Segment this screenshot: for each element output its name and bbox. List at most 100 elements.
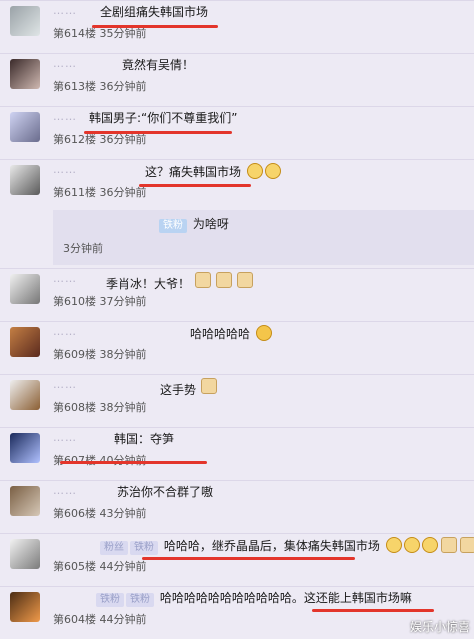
comment-row: …… 哈哈哈哈哈 第609楼 38分钟前 (0, 321, 474, 374)
underline-mark (84, 131, 232, 134)
comment-text-content: 季肖冰！大爷！ (106, 277, 191, 291)
avatar[interactable] (10, 59, 40, 89)
comment-meta: 第608楼 38分钟前 (53, 399, 147, 415)
floor-label: 第611楼 (53, 186, 96, 199)
comment-meta: 第611楼 36分钟前 (53, 184, 147, 200)
comment-meta: 第604楼 44分钟前 (53, 611, 147, 627)
time-label: 35分钟前 (99, 27, 147, 40)
comment-row: …… 全剧组痛失韩国市场 第614楼 35分钟前 (0, 0, 474, 53)
avatar[interactable] (10, 165, 40, 195)
user-name[interactable]: …… (53, 163, 133, 179)
laugh-emoji-icon (421, 537, 438, 553)
floor-label: 第610楼 (53, 295, 96, 308)
reply-text: 为啥呀 (192, 217, 229, 231)
floor-label: 第605楼 (53, 560, 96, 573)
comment-row: 粉丝 铁粉 哈哈哈，继乔晶晶后，集体痛失韩国市场 第605楼 44分钟前 (0, 533, 474, 586)
reply-box: 铁粉 为啥呀 3分钟前 (53, 210, 474, 265)
laugh-emoji-icon (246, 163, 263, 179)
comment-text: 竟然有吴倩！ (122, 58, 195, 72)
time-label: 38分钟前 (99, 348, 147, 361)
comment-text-content: 哈哈哈哈哈哈哈哈哈哈哈。这还能上韩国市场嘛 (159, 591, 412, 605)
watermark: 娱乐小惊喜 (409, 620, 470, 634)
avatar[interactable] (10, 486, 40, 516)
dog-sticker-icon (459, 537, 474, 553)
comment-row: …… 竟然有吴倩！ 第613楼 36分钟前 (0, 53, 474, 106)
comment-text: 粉丝 铁粉 哈哈哈，继乔晶晶后，集体痛失韩国市场 (100, 537, 474, 555)
comment-row: …… 韩国：夺笋 第607楼 40分钟前 (0, 427, 474, 480)
avatar[interactable] (10, 6, 40, 36)
comment-row: …… 韩国男子:“你们不尊重我们” 第612楼 36分钟前 (0, 106, 474, 159)
dog-sticker-icon (215, 272, 232, 288)
comment-text: 这？痛失韩国市场 (145, 163, 281, 180)
comment-text: 全剧组痛失韩国市场 (100, 5, 209, 19)
time-label: 44分钟前 (99, 613, 147, 626)
comment-text: 哈哈哈哈哈 (190, 325, 272, 342)
comment-text: 韩国男子:“你们不尊重我们” (89, 111, 238, 125)
grin-emoji-icon (255, 325, 272, 341)
floor-label: 第608楼 (53, 401, 96, 414)
floor-label: 第613楼 (53, 80, 96, 93)
avatar[interactable] (10, 380, 40, 410)
comment-meta: 第609楼 38分钟前 (53, 346, 147, 362)
fan-badge: 铁粉 (96, 593, 124, 607)
comment-text: 季肖冰！大爷！ (106, 272, 253, 292)
comment-meta: 第613楼 36分钟前 (53, 78, 147, 94)
avatar[interactable] (10, 592, 40, 622)
laugh-emoji-icon (385, 537, 402, 553)
comment-row: …… 这？痛失韩国市场 第611楼 36分钟前 (0, 159, 474, 212)
reply-line: 铁粉 为啥呀 (159, 215, 229, 233)
floor-label: 第612楼 (53, 133, 96, 146)
fan-badge: 粉丝 (100, 541, 128, 555)
avatar[interactable] (10, 112, 40, 142)
comment-meta: 第610楼 37分钟前 (53, 293, 147, 309)
dog-sticker-icon (194, 272, 211, 288)
avatar[interactable] (10, 274, 40, 304)
laugh-emoji-icon (264, 163, 281, 179)
floor-label: 第606楼 (53, 507, 96, 520)
floor-label: 第614楼 (53, 27, 96, 40)
emoji-group (255, 325, 272, 341)
reply-time: 3分钟前 (63, 242, 103, 255)
comment-row: …… 这手势 第608楼 38分钟前 (0, 374, 474, 427)
underline-mark (142, 557, 355, 560)
comment-row: 铁粉 铁粉 哈哈哈哈哈哈哈哈哈哈哈。这还能上韩国市场嘛 第604楼 44分钟前 (0, 586, 474, 639)
fan-badge: 铁粉 (126, 593, 154, 607)
comment-text-content: 这？痛失韩国市场 (145, 165, 242, 179)
avatar[interactable] (10, 539, 40, 569)
underline-mark (139, 184, 251, 187)
underline-mark (92, 25, 218, 28)
fan-badge: 铁粉 (130, 541, 158, 555)
time-label: 44分钟前 (99, 560, 147, 573)
user-name[interactable]: …… (53, 378, 133, 394)
time-label: 43分钟前 (99, 507, 147, 520)
floor-label: 第609楼 (53, 348, 96, 361)
emoji-group (246, 163, 281, 179)
time-label: 36分钟前 (99, 133, 147, 146)
comment-text: 铁粉 铁粉 哈哈哈哈哈哈哈哈哈哈哈。这还能上韩国市场嘛 (96, 590, 412, 607)
floor-label: 第604楼 (53, 613, 96, 626)
dog-sticker-icon (200, 378, 217, 394)
avatar[interactable] (10, 327, 40, 357)
comment-text: 苏治你不合群了嗷 (117, 485, 214, 499)
comment-text-content: 哈哈哈，继乔晶晶后，集体痛失韩国市场 (163, 539, 380, 553)
comment-text: 韩国：夺笋 (114, 432, 175, 446)
user-name[interactable]: …… (53, 57, 133, 73)
underline-mark (312, 609, 434, 612)
user-name[interactable]: …… (53, 325, 133, 341)
comment-text-content: 哈哈哈哈哈 (190, 327, 251, 341)
emoji-group (385, 537, 474, 553)
laugh-emoji-icon (403, 537, 420, 553)
fan-badge: 铁粉 (159, 219, 187, 233)
time-label: 37分钟前 (99, 295, 147, 308)
comment-row: …… 苏治你不合群了嗷 第606楼 43分钟前 (0, 480, 474, 533)
comment-text-content: 这手势 (160, 383, 197, 397)
comment-meta: 第607楼 40分钟前 (53, 452, 147, 468)
comment-row: …… 季肖冰！大爷！ 第610楼 37分钟前 (0, 268, 474, 321)
time-label: 38分钟前 (99, 401, 147, 414)
comment-meta: 第606楼 43分钟前 (53, 505, 147, 521)
avatar[interactable] (10, 433, 40, 463)
dog-sticker-icon (236, 272, 253, 288)
comment-text: 这手势 (160, 378, 217, 398)
time-label: 36分钟前 (99, 80, 147, 93)
underline-mark (60, 461, 207, 464)
